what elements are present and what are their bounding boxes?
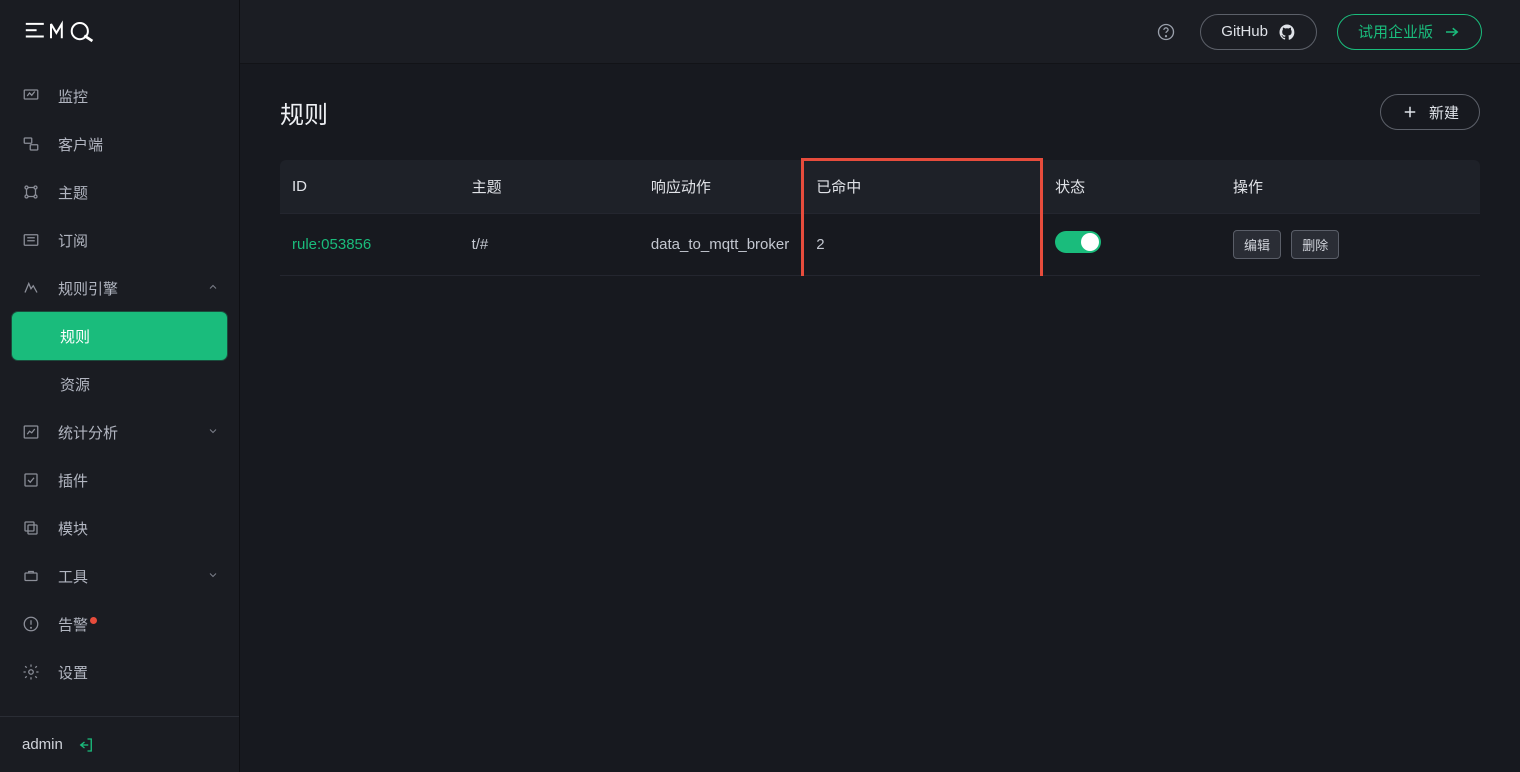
arrow-right-icon <box>1443 23 1461 41</box>
topics-icon <box>22 183 40 201</box>
current-user: admin <box>22 736 63 753</box>
rules-table: ID 主题 响应动作 已命中 状态 操作 rule:053856 t/# dat… <box>280 158 1480 276</box>
enterprise-label: 试用企业版 <box>1358 21 1433 42</box>
cell-op: 编辑 删除 <box>1221 213 1480 275</box>
nav-analytics[interactable]: 统计分析 <box>0 408 239 456</box>
subnav-label: 资源 <box>60 374 90 395</box>
nav-label: 告警 <box>58 614 88 635</box>
delete-button[interactable]: 删除 <box>1291 230 1339 259</box>
rule-id-link[interactable]: rule:053856 <box>292 236 371 253</box>
create-button[interactable]: 新建 <box>1380 94 1480 130</box>
nav-label: 设置 <box>58 662 88 683</box>
nav-clients[interactable]: 客户端 <box>0 120 239 168</box>
th-action: 响应动作 <box>639 160 803 214</box>
nav-monitor[interactable]: 监控 <box>0 72 239 120</box>
cell-id: rule:053856 <box>280 213 460 275</box>
nav-label: 规则引擎 <box>58 278 118 299</box>
nav-subscriptions[interactable]: 订阅 <box>0 216 239 264</box>
alert-icon <box>22 615 40 633</box>
nav-label: 订阅 <box>58 230 88 251</box>
chevron-up-icon <box>207 280 219 297</box>
nav-label: 统计分析 <box>58 422 118 443</box>
nav-plugins[interactable]: 插件 <box>0 456 239 504</box>
sidebar: 监控 客户端 主题 订阅 规则引擎 规则 资源 <box>0 0 240 772</box>
plus-icon <box>1401 103 1419 121</box>
tools-icon <box>22 567 40 585</box>
nav-topics[interactable]: 主题 <box>0 168 239 216</box>
table-header-row: ID 主题 响应动作 已命中 状态 操作 <box>280 160 1480 214</box>
edit-button[interactable]: 编辑 <box>1233 230 1281 259</box>
cell-matched: 2 <box>803 213 1042 275</box>
nav-rule-engine[interactable]: 规则引擎 <box>0 264 239 312</box>
nav-label: 监控 <box>58 86 88 107</box>
analytics-icon <box>22 423 40 441</box>
cell-status <box>1042 213 1221 275</box>
subscriptions-icon <box>22 231 40 249</box>
nav-alerts[interactable]: 告警 <box>0 600 239 648</box>
nav-label: 客户端 <box>58 134 103 155</box>
brand-logo <box>0 0 239 64</box>
rule-engine-icon <box>22 279 40 297</box>
modules-icon <box>22 519 40 537</box>
th-matched: 已命中 <box>803 160 1042 214</box>
cell-action: data_to_mqtt_broker <box>639 213 803 275</box>
nav-label: 主题 <box>58 182 88 203</box>
subnav-label: 规则 <box>60 326 90 347</box>
th-topic: 主题 <box>460 160 639 214</box>
subnav-resources[interactable]: 资源 <box>0 360 239 408</box>
github-label: GitHub <box>1221 23 1268 40</box>
enterprise-button[interactable]: 试用企业版 <box>1337 14 1482 50</box>
nav: 监控 客户端 主题 订阅 规则引擎 规则 资源 <box>0 64 239 716</box>
nav-label: 模块 <box>58 518 88 539</box>
th-status: 状态 <box>1042 160 1221 214</box>
logout-icon[interactable] <box>77 736 95 754</box>
nav-tools[interactable]: 工具 <box>0 552 239 600</box>
table-row: rule:053856 t/# data_to_mqtt_broker 2 编辑… <box>280 213 1480 275</box>
status-toggle[interactable] <box>1055 231 1101 253</box>
th-op: 操作 <box>1221 160 1480 214</box>
page-title: 规则 <box>280 95 328 130</box>
create-label: 新建 <box>1429 102 1459 123</box>
nav-label: 插件 <box>58 470 88 491</box>
content: 规则 新建 ID 主题 响应动作 已命中 状态 操作 <box>240 64 1520 772</box>
chevron-down-icon <box>207 424 219 441</box>
nav-label: 工具 <box>58 566 88 587</box>
nav-settings[interactable]: 设置 <box>0 648 239 696</box>
topbar: GitHub 试用企业版 <box>240 0 1520 64</box>
monitor-icon <box>22 87 40 105</box>
subnav-rules[interactable]: 规则 <box>12 312 227 360</box>
th-id: ID <box>280 160 460 214</box>
clients-icon <box>22 135 40 153</box>
help-icon[interactable] <box>1152 18 1180 46</box>
alert-dot-icon <box>90 617 97 624</box>
github-button[interactable]: GitHub <box>1200 14 1317 50</box>
chevron-down-icon <box>207 568 219 585</box>
plugins-icon <box>22 471 40 489</box>
sidebar-footer: admin <box>0 716 239 772</box>
github-icon <box>1278 23 1296 41</box>
nav-modules[interactable]: 模块 <box>0 504 239 552</box>
settings-icon <box>22 663 40 681</box>
cell-topic: t/# <box>460 213 639 275</box>
